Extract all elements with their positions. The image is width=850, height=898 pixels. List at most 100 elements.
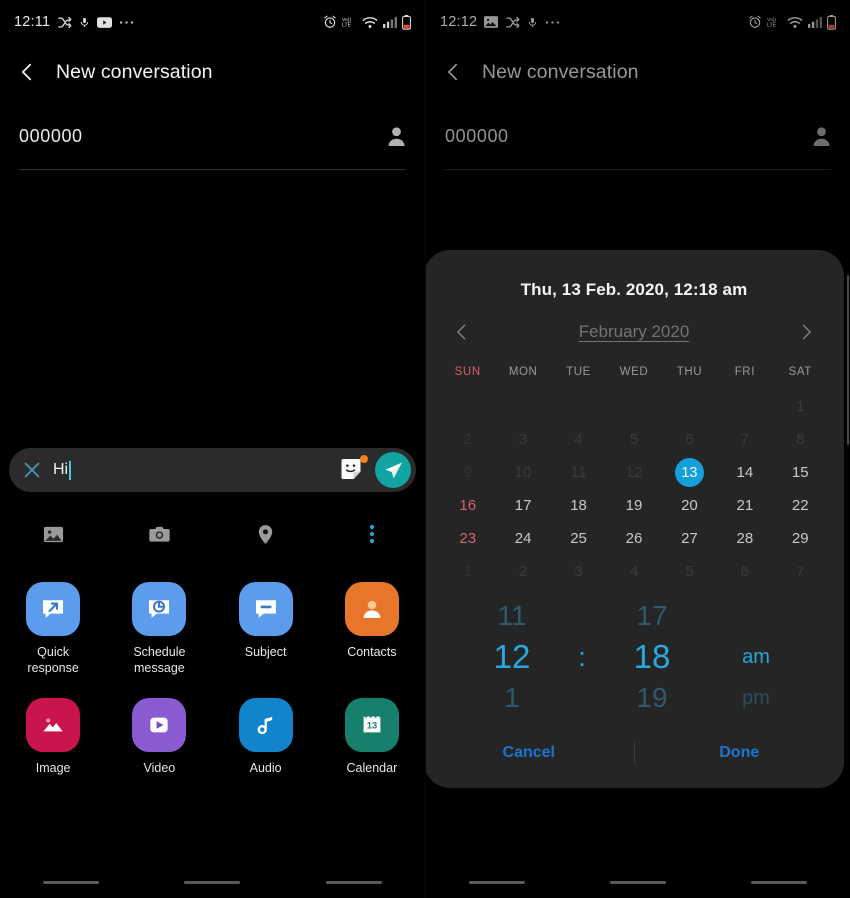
shuffle-icon — [57, 15, 72, 30]
calendar-day-cell[interactable]: 24 — [495, 524, 550, 554]
recipient-field[interactable]: 000000 — [19, 126, 406, 170]
message-composer[interactable]: Hi — [9, 448, 416, 492]
minute-prev[interactable]: 17 — [600, 600, 704, 632]
weekday-label: TUE — [566, 366, 591, 378]
recipient-value: 000000 — [445, 126, 509, 146]
month-label[interactable]: February 2020 — [579, 322, 690, 342]
right-phone-panel: 12:12 Vo)) LTE New conversation 000000 T… — [425, 0, 850, 898]
location-icon[interactable] — [213, 512, 319, 556]
svg-text:13: 13 — [367, 720, 377, 731]
person-icon[interactable] — [812, 126, 831, 147]
nav-pill[interactable] — [751, 880, 808, 884]
recipient-value: 000000 — [19, 126, 83, 146]
send-button[interactable] — [375, 452, 411, 488]
minute-value[interactable]: 18 — [600, 638, 704, 676]
attachment-contacts[interactable]: Contacts — [319, 582, 425, 676]
dialog-title: Thu, 13 Feb. 2020, 12:18 am — [520, 280, 748, 299]
more-icon — [545, 20, 560, 25]
schedule-message-tile — [132, 582, 187, 636]
calendar-day-cell[interactable]: 18 — [551, 491, 606, 521]
overflow-menu-icon[interactable] — [319, 512, 425, 556]
calendar-day-cell[interactable]: 27 — [662, 524, 717, 554]
calendar-day-cell[interactable]: 28 — [717, 524, 772, 554]
calendar-day-cell — [717, 392, 772, 422]
nav-pill[interactable] — [468, 880, 525, 884]
hour-value[interactable]: 12 — [460, 638, 564, 676]
alarm-icon — [323, 15, 337, 29]
calendar-icon: 13 — [363, 716, 381, 733]
calendar-day-cell[interactable]: 21 — [717, 491, 772, 521]
minute-next[interactable]: 19 — [600, 682, 704, 714]
attachment-audio[interactable]: Audio — [213, 698, 319, 777]
video-icon — [150, 717, 168, 733]
nav-pill[interactable] — [184, 880, 241, 884]
left-phone-panel: 12:11 Vo)) LTE New conversation 000000 H… — [0, 0, 425, 898]
dialog-scrollbar[interactable] — [846, 275, 849, 445]
page-title: New conversation — [482, 60, 639, 83]
calendar-day-cell[interactable]: 17 — [495, 491, 550, 521]
weekday-header-row: SUN MON TUE WED THU FRI SAT — [426, 342, 844, 378]
calendar-day-cell[interactable]: 22 — [773, 491, 828, 521]
cancel-button[interactable]: Cancel — [426, 744, 634, 762]
attachment-subject[interactable]: Subject — [213, 582, 319, 676]
app-bar-right: New conversation — [426, 44, 850, 100]
shuffle-icon — [505, 15, 520, 30]
status-time: 12:12 — [440, 14, 478, 30]
status-bar-right: 12:12 Vo)) LTE — [426, 0, 850, 44]
calendar-day-cell: 6 — [685, 431, 694, 448]
calendar-grid: 1 2 3 4 5 6 7 8 9 10 11 12 13 14 15 16 17 18 19 20 21 22 23 24 2… — [426, 378, 844, 588]
calendar-day-cell[interactable]: 23 — [440, 524, 495, 554]
nav-pill[interactable] — [609, 880, 666, 884]
time-separator: : — [578, 641, 586, 672]
calendar-day-cell: 7 — [796, 563, 805, 580]
hour-next[interactable]: 1 — [460, 682, 564, 714]
attachment-video[interactable]: Video — [106, 698, 212, 777]
calendar-day-cell[interactable]: 15 — [773, 458, 828, 488]
meridiem-am[interactable]: am — [704, 646, 808, 669]
weekday-label: WED — [619, 366, 649, 378]
person-icon[interactable] — [387, 126, 406, 147]
calendar-day-cell[interactable]: 26 — [606, 524, 661, 554]
recipient-field[interactable]: 000000 — [445, 126, 831, 170]
attachment-quick-response[interactable]: Quick response — [0, 582, 106, 676]
alarm-icon — [748, 15, 762, 29]
calendar-day-cell: 4 — [574, 431, 583, 448]
calendar-day-cell[interactable]: 20 — [662, 491, 717, 521]
attachment-grid: Quickresponse Schedulemessage Subject — [0, 562, 425, 777]
hour-prev[interactable]: 11 — [460, 600, 564, 632]
chevron-left-icon[interactable] — [452, 322, 472, 342]
close-x-icon[interactable] — [21, 459, 43, 481]
attachment-image[interactable]: Image — [0, 698, 106, 777]
calendar-day-cell[interactable]: 16 — [440, 491, 495, 521]
attachment-schedule-message[interactable]: Schedule message — [106, 582, 212, 676]
audio-icon — [257, 716, 272, 735]
attachment-panel: Quickresponse Schedulemessage Subject — [0, 562, 425, 866]
calendar-day-cell[interactable]: 13 — [662, 458, 717, 488]
text-caret — [69, 460, 71, 480]
chevron-right-icon[interactable] — [796, 322, 816, 342]
calendar-day-cell[interactable]: 25 — [551, 524, 606, 554]
camera-icon[interactable] — [106, 512, 212, 556]
signal-icon — [808, 16, 822, 29]
nav-pill[interactable] — [326, 880, 383, 884]
nav-pill[interactable] — [42, 880, 99, 884]
back-chevron-icon[interactable] — [16, 61, 38, 83]
sticker-icon[interactable] — [339, 455, 368, 483]
calendar-day-cell[interactable]: 19 — [606, 491, 661, 521]
attachment-calendar[interactable]: 13 Calendar — [319, 698, 425, 777]
gallery-icon[interactable] — [0, 512, 106, 556]
schedule-message-icon — [149, 600, 170, 618]
calendar-day-cell[interactable]: 14 — [717, 458, 772, 488]
calendar-day-cell: 7 — [740, 431, 750, 448]
mic-icon — [527, 15, 538, 30]
done-button[interactable]: Done — [635, 744, 845, 762]
attachment-label: Schedule message — [133, 645, 186, 675]
meridiem-pm[interactable]: pm — [704, 687, 808, 710]
attachment-label: Quick response — [27, 645, 79, 675]
weekday-label: FRI — [734, 366, 756, 378]
back-chevron-icon[interactable] — [442, 61, 464, 83]
calendar-day-cell[interactable]: 29 — [773, 524, 828, 554]
month-navigation: February 2020 — [426, 300, 844, 342]
message-input[interactable]: Hi — [53, 460, 329, 480]
weekday-label: MON — [508, 366, 538, 378]
